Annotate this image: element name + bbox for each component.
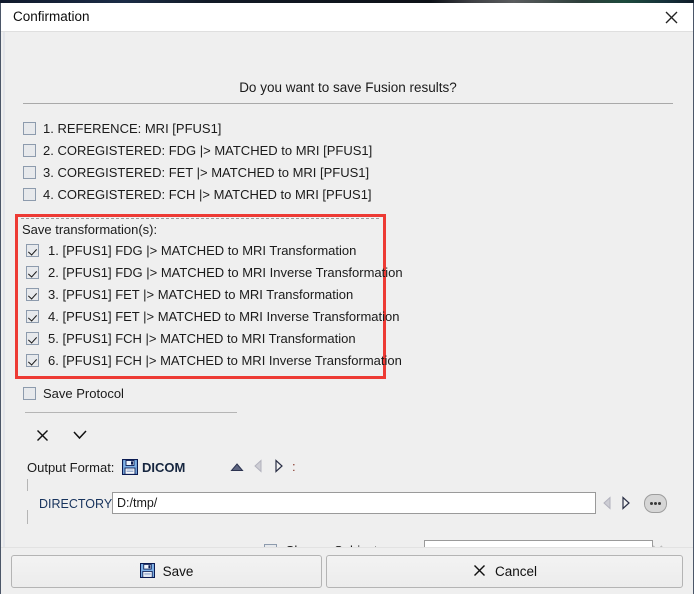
- directory-label: DIRECTORY: [39, 497, 113, 511]
- series-checkbox-3[interactable]: [23, 166, 36, 179]
- output-format-value[interactable]: DICOM: [142, 460, 185, 475]
- directory-input[interactable]: [112, 492, 596, 514]
- check-icon[interactable]: [69, 424, 91, 446]
- series-checkbox-row-2[interactable]: 2. COREGISTERED: FDG |> MATCHED to MRI […: [23, 140, 372, 161]
- transformation-row-5[interactable]: 5. [PFUS1] FCH |> MATCHED to MRI Transfo…: [26, 328, 356, 349]
- floppy-disk-icon-save: [139, 562, 155, 581]
- series-label-1: 1. REFERENCE: MRI [PFUS1]: [43, 121, 222, 136]
- transformation-checkbox-6[interactable]: [26, 354, 39, 367]
- output-format-label: Output Format:: [27, 460, 115, 475]
- quick-actions-row: [31, 424, 111, 446]
- triangle-right-icon-format[interactable]: [273, 459, 284, 476]
- transformation-row-1[interactable]: 1. [PFUS1] FDG |> MATCHED to MRI Transfo…: [26, 240, 356, 261]
- series-checkbox-4[interactable]: [23, 188, 36, 201]
- series-label-4: 4. COREGISTERED: FCH |> MATCHED to MRI […: [43, 187, 372, 202]
- floppy-disk-icon: [121, 458, 139, 478]
- transformation-label-2: 2. [PFUS1] FDG |> MATCHED to MRI Inverse…: [48, 265, 403, 280]
- save-protocol-label: Save Protocol: [43, 386, 124, 401]
- save-button-label: Save: [162, 564, 194, 579]
- triangle-left-icon-format[interactable]: [253, 459, 264, 476]
- prompt-text: Do you want to save Fusion results?: [239, 80, 457, 95]
- transformations-group-divider: [21, 218, 379, 219]
- cancel-button[interactable]: Cancel: [326, 555, 683, 588]
- section-divider: [25, 412, 237, 413]
- series-checkbox-1[interactable]: [23, 122, 36, 135]
- left-edge-accent: [3, 32, 5, 594]
- transformation-checkbox-3[interactable]: [26, 288, 39, 301]
- close-icon[interactable]: [649, 3, 693, 31]
- transformation-row-6[interactable]: 6. [PFUS1] FCH |> MATCHED to MRI Inverse…: [26, 350, 402, 371]
- transformation-label-1: 1. [PFUS1] FDG |> MATCHED to MRI Transfo…: [48, 243, 357, 258]
- series-label-3: 3. COREGISTERED: FET |> MATCHED to MRI […: [43, 165, 370, 180]
- series-checkbox-2[interactable]: [23, 144, 36, 157]
- transformation-row-2[interactable]: 2. [PFUS1] FDG |> MATCHED to MRI Inverse…: [26, 262, 403, 283]
- window-title: Confirmation: [13, 9, 90, 24]
- transformation-checkbox-1[interactable]: [26, 244, 39, 257]
- transformation-row-4[interactable]: 4. [PFUS1] FET |> MATCHED to MRI Inverse…: [26, 306, 399, 327]
- dialog-footer: Save Cancel: [1, 547, 693, 594]
- triangle-left-icon-directory[interactable]: [602, 496, 613, 513]
- triangle-right-icon-directory[interactable]: [620, 496, 631, 513]
- tree-tick-upper: [27, 479, 28, 491]
- title-bar: Confirmation: [1, 3, 693, 32]
- transformation-label-6: 6. [PFUS1] FCH |> MATCHED to MRI Inverse…: [48, 353, 402, 368]
- header-divider: [23, 103, 673, 104]
- triangle-up-icon[interactable]: [230, 460, 244, 475]
- transformation-row-3[interactable]: 3. [PFUS1] FET |> MATCHED to MRI Transfo…: [26, 284, 353, 305]
- x-icon[interactable]: [31, 424, 53, 446]
- ellipsis-button-icon[interactable]: [644, 494, 667, 513]
- transformation-checkbox-5[interactable]: [26, 332, 39, 345]
- transformation-checkbox-2[interactable]: [26, 266, 39, 279]
- tree-tick-lower: [27, 510, 28, 524]
- dialog-body: Do you want to save Fusion results? 1. R…: [1, 32, 693, 594]
- confirmation-dialog-window: Confirmation Do you want to save Fusion …: [0, 3, 694, 594]
- transformation-label-3: 3. [PFUS1] FET |> MATCHED to MRI Transfo…: [48, 287, 354, 302]
- save-protocol-checkbox[interactable]: [23, 387, 36, 400]
- transformations-title: Save transformation(s):: [22, 222, 158, 237]
- output-format-separator: :: [292, 459, 296, 474]
- transformation-checkbox-4[interactable]: [26, 310, 39, 323]
- transformation-label-5: 5. [PFUS1] FCH |> MATCHED to MRI Transfo…: [48, 331, 356, 346]
- series-checkbox-row-1[interactable]: 1. REFERENCE: MRI [PFUS1]: [23, 118, 221, 139]
- save-protocol-row[interactable]: Save Protocol: [23, 383, 124, 404]
- series-checkbox-row-3[interactable]: 3. COREGISTERED: FET |> MATCHED to MRI […: [23, 162, 369, 183]
- series-label-2: 2. COREGISTERED: FDG |> MATCHED to MRI […: [43, 143, 373, 158]
- transformation-label-4: 4. [PFUS1] FET |> MATCHED to MRI Inverse…: [48, 309, 400, 324]
- x-icon-cancel: [472, 563, 487, 581]
- series-checkbox-row-4[interactable]: 4. COREGISTERED: FCH |> MATCHED to MRI […: [23, 184, 372, 205]
- cancel-button-label: Cancel: [494, 564, 538, 579]
- save-button[interactable]: Save: [11, 555, 322, 588]
